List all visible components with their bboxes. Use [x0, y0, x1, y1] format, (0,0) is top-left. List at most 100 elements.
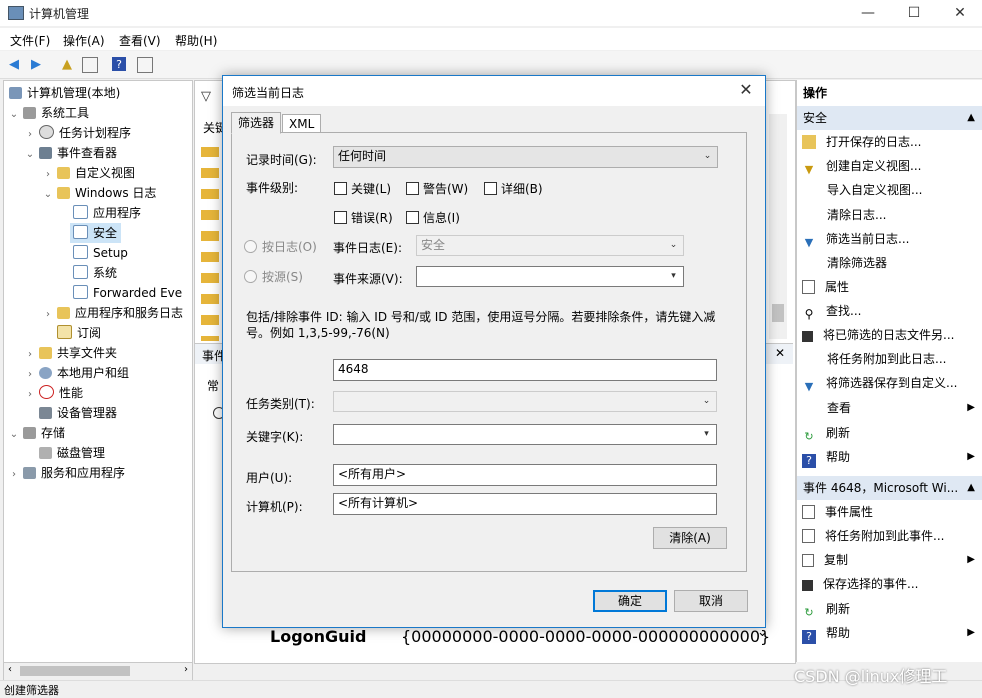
- collapse-icon[interactable]: ▲: [967, 476, 975, 500]
- warning-checkbox[interactable]: [406, 182, 419, 195]
- action-help-event[interactable]: ? 帮助 ▶: [797, 621, 982, 645]
- show-action-pane-icon[interactable]: [137, 57, 153, 73]
- tab-filter[interactable]: 筛选器: [231, 112, 282, 134]
- chevron-right-icon[interactable]: ›: [24, 365, 36, 385]
- chevron-down-icon[interactable]: ⌄: [699, 148, 716, 165]
- list-scrollbar[interactable]: [769, 114, 787, 339]
- clear-button[interactable]: 清除(A): [653, 527, 727, 549]
- tree-item-system-tools[interactable]: ⌄ 系统工具: [8, 103, 89, 123]
- action-save-filter-custom[interactable]: ▼ 将筛选器保存到自定义...: [797, 371, 982, 395]
- action-view[interactable]: 查看 ▶: [797, 396, 982, 420]
- chevron-right-icon[interactable]: ›: [42, 305, 54, 325]
- tree-item-storage[interactable]: ⌄ 存储: [8, 423, 65, 443]
- tree-item-task-scheduler[interactable]: › 任务计划程序: [24, 123, 131, 143]
- computer-input[interactable]: <所有计算机>: [333, 493, 717, 515]
- minimize-button[interactable]: —: [845, 0, 891, 26]
- maximize-button[interactable]: ☐: [891, 0, 937, 26]
- action-clear-log[interactable]: 清除日志...: [797, 203, 982, 227]
- tree-horizontal-scrollbar[interactable]: ‹ ›: [3, 662, 193, 681]
- dialog-close-icon[interactable]: ✕: [733, 80, 759, 102]
- action-refresh-event[interactable]: ↻ 刷新: [797, 597, 982, 621]
- tree-item-system[interactable]: 系统: [70, 263, 117, 283]
- action-filter-current-log[interactable]: ▼ 筛选当前日志...: [797, 227, 982, 251]
- chevron-down-icon[interactable]: ⌄: [665, 237, 682, 254]
- action-find[interactable]: ⚲ 查找...: [797, 299, 982, 323]
- action-refresh[interactable]: ↻ 刷新: [797, 421, 982, 445]
- cancel-button[interactable]: 取消: [674, 590, 748, 612]
- ok-button[interactable]: 确定: [593, 590, 667, 612]
- tree-item-setup[interactable]: Setup: [70, 243, 128, 263]
- tree-item-subscriptions[interactable]: 订阅: [54, 323, 101, 343]
- keywords-select[interactable]: ▾: [333, 424, 717, 445]
- tree-item-shared-folders[interactable]: › 共享文件夹: [24, 343, 117, 363]
- chevron-down-icon[interactable]: ⌄: [24, 145, 36, 165]
- close-button[interactable]: ✕: [937, 0, 982, 26]
- collapse-icon[interactable]: ▲: [967, 106, 975, 130]
- menu-help[interactable]: 帮助(H): [175, 32, 217, 49]
- user-input[interactable]: <所有用户>: [333, 464, 717, 486]
- chevron-down-icon[interactable]: ⌄: [8, 425, 20, 445]
- chevron-right-icon[interactable]: ›: [24, 125, 36, 145]
- action-clear-filter[interactable]: 清除筛选器: [797, 251, 982, 275]
- tree-item-root[interactable]: 计算机管理(本地): [6, 83, 120, 103]
- error-checkbox[interactable]: [334, 211, 347, 224]
- tree-item-forwarded[interactable]: Forwarded Eve: [70, 283, 182, 303]
- action-properties[interactable]: 属性: [797, 275, 982, 299]
- tree-item-services-apps[interactable]: › 服务和应用程序: [8, 463, 125, 483]
- tree-item-security[interactable]: 安全: [70, 223, 122, 243]
- tree-item-event-viewer[interactable]: ⌄ 事件查看器: [24, 143, 117, 163]
- event-id-input[interactable]: 4648: [333, 359, 717, 381]
- scroll-right-icon[interactable]: ›: [184, 664, 188, 675]
- info-checkbox[interactable]: [406, 211, 419, 224]
- menu-view[interactable]: 查看(V): [119, 32, 161, 49]
- chevron-down-icon[interactable]: ⌄: [42, 185, 54, 205]
- actions-section-security[interactable]: 安全 ▲: [797, 106, 982, 130]
- chevron-down-icon[interactable]: ▾: [698, 426, 715, 443]
- action-import-custom-view[interactable]: 导入自定义视图...: [797, 178, 982, 202]
- menu-file[interactable]: 文件(F): [10, 32, 50, 49]
- verbose-checkbox[interactable]: [484, 182, 497, 195]
- tab-general[interactable]: 常: [207, 377, 219, 394]
- tree-item-windows-logs[interactable]: ⌄ Windows 日志: [42, 183, 157, 205]
- tree-item-device-manager[interactable]: 设备管理器: [36, 403, 117, 423]
- action-event-properties[interactable]: 事件属性: [797, 500, 982, 524]
- chevron-down-icon[interactable]: ⌄: [698, 393, 715, 410]
- chevron-right-icon[interactable]: ›: [24, 345, 36, 365]
- action-save-filtered-log[interactable]: 将已筛选的日志文件另...: [797, 323, 982, 347]
- action-help[interactable]: ? 帮助 ▶: [797, 445, 982, 469]
- actions-section-event[interactable]: 事件 4648，Microsoft Wi... ▲: [797, 476, 982, 500]
- action-open-saved-log[interactable]: 打开保存的日志...: [797, 130, 982, 154]
- tree-item-app-service-logs[interactable]: › 应用程序和服务日志: [42, 303, 183, 323]
- tree-item-performance[interactable]: › 性能: [24, 383, 83, 403]
- menu-action[interactable]: 操作(A): [63, 32, 105, 49]
- scrollbar-thumb[interactable]: [772, 304, 784, 322]
- event-logs-select[interactable]: 安全 ⌄: [416, 235, 684, 256]
- help-icon[interactable]: ?: [112, 57, 126, 71]
- tree-item-custom-views[interactable]: › 自定义视图: [42, 163, 135, 183]
- chevron-down-icon[interactable]: ⌄: [8, 105, 20, 125]
- by-log-radio[interactable]: [244, 240, 257, 253]
- action-attach-task-log[interactable]: 将任务附加到此日志...: [797, 347, 982, 371]
- action-attach-task-event[interactable]: 将任务附加到此事件...: [797, 524, 982, 548]
- scroll-left-icon[interactable]: ‹: [8, 664, 12, 675]
- chevron-right-icon[interactable]: ›: [8, 465, 20, 485]
- tab-xml[interactable]: XML: [282, 114, 322, 134]
- scrollbar-thumb[interactable]: [20, 666, 130, 676]
- close-details-icon[interactable]: ✕: [775, 346, 785, 360]
- forward-icon[interactable]: ▶: [27, 55, 45, 73]
- tree-item-application[interactable]: 应用程序: [70, 203, 141, 223]
- chevron-down-icon[interactable]: ▾: [665, 268, 682, 285]
- tree-item-local-users[interactable]: › 本地用户和组: [24, 363, 129, 383]
- action-copy[interactable]: 复制 ▶: [797, 548, 982, 572]
- tree-item-disk-management[interactable]: 磁盘管理: [36, 443, 105, 463]
- task-category-select[interactable]: ⌄: [333, 391, 717, 412]
- action-save-selected-events[interactable]: 保存选择的事件...: [797, 572, 982, 596]
- up-folder-icon[interactable]: ▲: [58, 55, 76, 73]
- back-icon[interactable]: ◀: [5, 55, 23, 73]
- show-hide-tree-icon[interactable]: [82, 57, 98, 73]
- critical-checkbox[interactable]: [334, 182, 347, 195]
- chevron-right-icon[interactable]: ›: [42, 165, 54, 185]
- event-sources-select[interactable]: ▾: [416, 266, 684, 287]
- by-source-radio[interactable]: [244, 270, 257, 283]
- chevron-right-icon[interactable]: ›: [24, 385, 36, 405]
